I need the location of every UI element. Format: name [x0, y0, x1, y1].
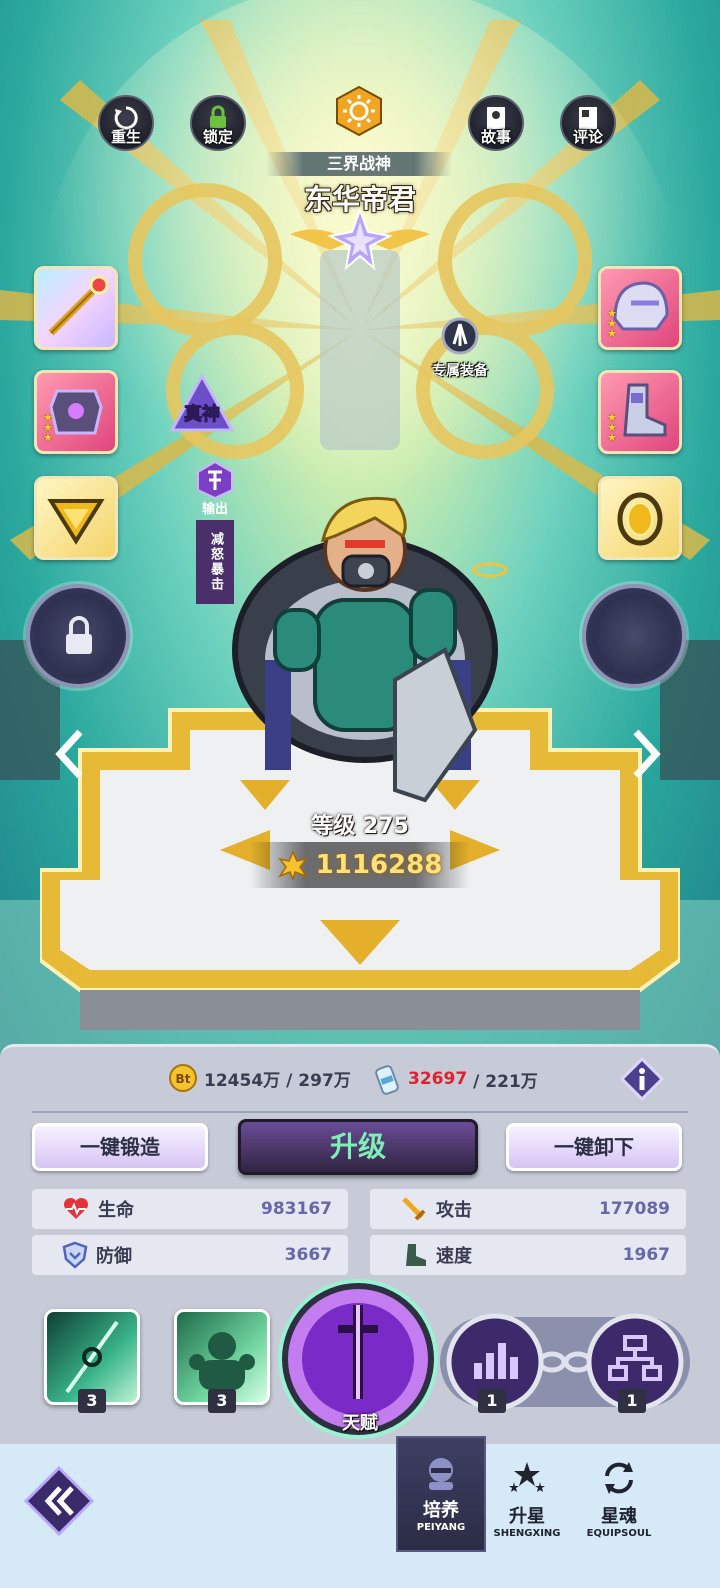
rank-star-icon	[290, 207, 430, 271]
boots-stars: ★ ★ ★	[607, 411, 617, 444]
stat-attack-value: 177089	[599, 1199, 670, 1219]
lock-hero-button[interactable]: 锁定	[190, 95, 246, 151]
tab-equipsoul[interactable]: 星魂 EQUIPSOUL	[574, 1444, 664, 1552]
stat-defense: 防御 3667	[32, 1235, 348, 1275]
svg-text:Bt: Bt	[176, 1072, 191, 1086]
upgrade-panel: Bt 12454万 / 297万 32697 / 221万 一键锻造 升级 一键…	[0, 1044, 720, 1444]
locked-skill-slot-left[interactable]	[26, 584, 130, 688]
stat-hp-value: 983167	[261, 1199, 332, 1219]
tab-peiyang[interactable]: 培养 PEIYANG	[396, 1436, 486, 1552]
hero-character[interactable]	[225, 470, 525, 830]
heart-icon	[63, 1197, 89, 1219]
stat-defense-label: 防御	[96, 1246, 132, 1267]
padlock-icon	[66, 616, 92, 654]
exclusive-equip-icon	[441, 317, 479, 355]
skill-1-level: 3	[78, 1389, 106, 1413]
weapon-slot[interactable]	[34, 266, 118, 350]
coin-amount: 12454万	[204, 1070, 281, 1091]
upgrade-button[interactable]: 升级	[238, 1119, 478, 1175]
exp-cost: / 221万	[473, 1071, 538, 1092]
helmet-stars: ★ ★ ★	[607, 307, 617, 340]
combat-power-value: 1116288	[315, 850, 443, 880]
triangle-gem-icon	[47, 499, 105, 545]
bond-2-level: 1	[618, 1389, 646, 1413]
boots-slot[interactable]: ★ ★ ★	[598, 370, 682, 454]
stars-icon	[509, 1462, 545, 1492]
story-label: 故事	[480, 128, 511, 146]
bottom-nav: 培养 PEIYANG 升星 SHENGXING 星魂 EQUIPSOUL	[0, 1436, 720, 1588]
armor-slot[interactable]: ★ ★ ★	[34, 370, 118, 454]
prev-hero-arrow-icon[interactable]	[54, 728, 86, 780]
exclusive-equip-button[interactable]: 专属装备	[420, 316, 500, 380]
info-icon[interactable]	[620, 1057, 664, 1101]
combat-power: 1116288	[250, 842, 470, 888]
tab-shengxing[interactable]: 升星 SHENGXING	[482, 1444, 572, 1552]
exp-amount: 32697	[408, 1069, 468, 1089]
coin-icon: Bt	[169, 1064, 197, 1092]
true-god-rank-badge: 真神	[170, 374, 234, 432]
train-helmet-icon	[429, 1458, 453, 1490]
coin-cost: / 297万	[286, 1070, 351, 1091]
tab-equipsoul-sub: EQUIPSOUL	[586, 1528, 652, 1539]
cycle-icon	[605, 1462, 633, 1494]
helmet-slot[interactable]: ★ ★ ★	[598, 266, 682, 350]
stat-speed-value: 1967	[622, 1245, 670, 1265]
comment-button[interactable]: 评论	[560, 95, 616, 151]
coin-resource: Bt 12454万 / 297万	[168, 1063, 351, 1093]
stat-speed: 速度 1967	[370, 1235, 686, 1275]
tab-shengxing-sub: SHENGXING	[493, 1528, 561, 1539]
rebirth-label: 重生	[110, 128, 141, 146]
panel-divider	[32, 1111, 688, 1113]
ring-icon	[617, 492, 663, 546]
exclusive-equip-label: 专属装备	[432, 363, 488, 379]
next-hero-arrow-icon[interactable]	[630, 728, 662, 780]
stat-defense-value: 3667	[284, 1245, 332, 1265]
back-double-chevron-icon[interactable]	[24, 1466, 94, 1536]
story-button[interactable]: 故事	[468, 95, 524, 151]
shield-icon	[62, 1241, 88, 1269]
staff-icon	[48, 275, 109, 336]
stat-attack: 攻击 177089	[370, 1189, 686, 1229]
exp-resource: 32697 / 221万	[372, 1063, 538, 1095]
locked-skill-slot-right[interactable]	[582, 584, 686, 688]
talent-label: 天赋	[342, 1413, 378, 1434]
exp-potion-icon	[375, 1065, 399, 1095]
bond-1-level: 1	[478, 1389, 506, 1413]
boot-icon	[406, 1244, 426, 1266]
tab-equipsoul-label: 星魂	[601, 1506, 637, 1527]
tab-shengxing-label: 升星	[509, 1506, 545, 1527]
stat-speed-label: 速度	[436, 1246, 472, 1267]
armor-stars: ★ ★ ★	[43, 411, 53, 444]
lock-label: 锁定	[202, 128, 233, 146]
tab-peiyang-sub: PEIYANG	[416, 1522, 466, 1533]
sword-icon	[402, 1197, 426, 1221]
power-flame-icon	[277, 850, 308, 880]
stat-hp: 生命 983167	[32, 1189, 348, 1229]
hero-title: 三界战神	[266, 152, 452, 176]
true-god-label: 真神	[184, 403, 220, 425]
tab-peiyang-label: 培养	[423, 1500, 459, 1521]
rebirth-button[interactable]: 重生	[98, 95, 154, 151]
gem-slot[interactable]	[34, 476, 118, 560]
skill-2-level: 3	[208, 1389, 236, 1413]
unequip-all-button[interactable]: 一键卸下	[506, 1123, 682, 1171]
stat-hp-label: 生命	[98, 1200, 134, 1221]
element-sun-badge[interactable]	[335, 86, 383, 136]
ring-slot[interactable]	[598, 476, 682, 560]
comment-label: 评论	[572, 128, 603, 146]
stat-attack-label: 攻击	[436, 1200, 472, 1221]
hero-level: 等级 275	[311, 814, 409, 839]
forge-all-button[interactable]: 一键锻造	[32, 1123, 208, 1171]
